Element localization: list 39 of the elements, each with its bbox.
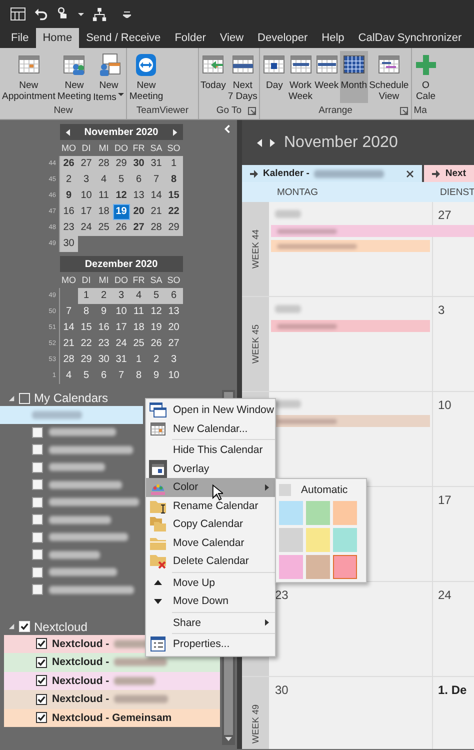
weekday-label: MO xyxy=(60,143,77,153)
weekday-label: DO xyxy=(114,143,129,153)
group-label: Go To xyxy=(216,105,242,116)
weekday-label: FR xyxy=(132,143,146,153)
group-label: New xyxy=(54,105,73,116)
weekday-label: SO xyxy=(166,143,182,153)
date-label: 17 xyxy=(437,492,452,507)
month-header: November 2020 xyxy=(60,124,182,140)
weekday-label: SA xyxy=(149,275,164,285)
weekday-label: FR xyxy=(132,275,146,285)
date-label: 3 xyxy=(437,302,446,317)
weekday-label: MI xyxy=(98,143,110,153)
weekday-label: DI xyxy=(80,275,92,285)
week-label: WEEK 45 xyxy=(250,324,260,364)
calendar-name: Nextcloud - Gemeinsam xyxy=(52,712,172,724)
weekday-label: MO xyxy=(60,275,77,285)
group-label: Arrange xyxy=(318,105,352,116)
date-label: 10 xyxy=(437,397,452,412)
date-label: 24 xyxy=(437,587,452,602)
day-name: MONTAG xyxy=(276,186,319,198)
date-label: 30 xyxy=(274,682,290,697)
weekday-label: DI xyxy=(80,143,92,153)
month-header: Dezember 2020 xyxy=(60,256,182,272)
calendar-name: Nextcloud - xyxy=(52,693,110,706)
calendar-name: Nextcloud - xyxy=(52,638,110,650)
calendar-name: Nextcloud - xyxy=(52,674,110,687)
weekday-label: SA xyxy=(149,143,164,153)
date-label: 23 xyxy=(274,587,290,602)
weekday-label: DO xyxy=(114,275,129,285)
calendar-name: Nextcloud - xyxy=(52,656,110,668)
date-label: 1. De xyxy=(437,682,468,697)
date-label: 27 xyxy=(437,207,452,222)
weekday-label: SO xyxy=(166,275,182,285)
group-label: Ma xyxy=(414,105,427,116)
week-label: WEEK 44 xyxy=(250,230,260,268)
week-label: WEEK 49 xyxy=(250,704,260,744)
view-title: November 2020 xyxy=(284,134,398,152)
group-label: TeamViewer xyxy=(136,105,188,116)
weekday-label: MI xyxy=(98,275,110,285)
